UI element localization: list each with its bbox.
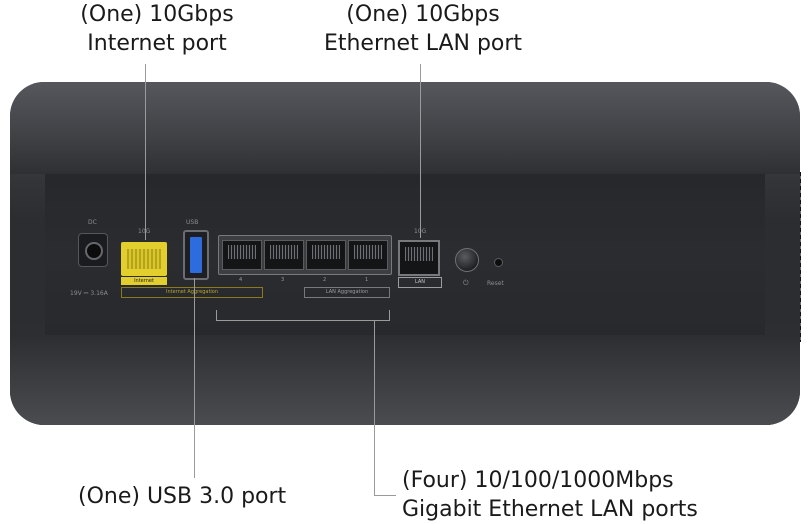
callout-usb-port-line1: (One) USB 3.0 port <box>78 484 287 509</box>
ethernet-lan-10g-port <box>398 240 440 276</box>
dc-rating-label: 19V ⎓ 3.16A <box>70 290 108 297</box>
leader-line-gigabit-lan-tick <box>374 495 396 496</box>
lan-port-2 <box>306 240 346 270</box>
lan-aggregation-strip: LAN Aggregation <box>304 287 390 298</box>
lan-ports-bracket <box>216 310 390 321</box>
lan-port-number-3: 3 <box>281 277 285 283</box>
reset-pinhole <box>494 258 503 267</box>
power-icon: ⏻ <box>463 279 469 287</box>
lan-port-1 <box>348 240 388 270</box>
usb-port <box>183 230 209 280</box>
callout-usb-port: (One) USB 3.0 port <box>78 482 286 511</box>
internet-port-label: Internet <box>121 277 167 285</box>
usb-label: USB <box>186 219 199 226</box>
callout-internet-port-line1: (One) 10Gbps <box>80 2 234 27</box>
dc-label: DC <box>88 219 97 226</box>
leader-line-usb <box>194 278 195 478</box>
leader-line-gigabit-lan <box>374 320 375 495</box>
callout-ethernet-lan-port-line1: (One) 10Gbps <box>346 2 500 27</box>
callout-gigabit-lan-ports-line2: Gigabit Ethernet LAN ports <box>402 497 698 522</box>
power-button <box>455 248 479 272</box>
internet-aggregation-strip: Internet Aggregation <box>121 287 263 298</box>
reset-label: Reset <box>487 280 504 287</box>
lan-port-number-2: 2 <box>323 277 327 283</box>
ethernet-lan-port-label: LAN <box>398 277 442 288</box>
dc-power-jack <box>78 233 108 267</box>
callout-gigabit-lan-ports: (Four) 10/100/1000Mbps Gigabit Ethernet … <box>402 466 698 524</box>
internet-port <box>121 242 167 276</box>
callout-internet-port: (One) 10Gbps Internet port <box>62 0 252 58</box>
lan-port-3 <box>264 240 304 270</box>
router-bottom-edge <box>10 335 800 425</box>
lan-port-number-4: 4 <box>239 277 243 283</box>
callout-gigabit-lan-ports-line1: (Four) 10/100/1000Mbps <box>402 468 674 493</box>
callout-ethernet-lan-port-line2: Ethernet LAN port <box>323 31 523 56</box>
callout-ethernet-lan-port: (One) 10Gbps Ethernet LAN port <box>298 0 548 58</box>
callout-internet-port-line2: Internet port <box>87 31 227 56</box>
lan-port-4 <box>222 240 262 270</box>
lan-port-number-1: 1 <box>365 277 369 283</box>
leader-line-ethernet-lan <box>420 64 421 238</box>
leader-line-internet <box>145 64 146 240</box>
router-top-edge <box>10 82 800 174</box>
